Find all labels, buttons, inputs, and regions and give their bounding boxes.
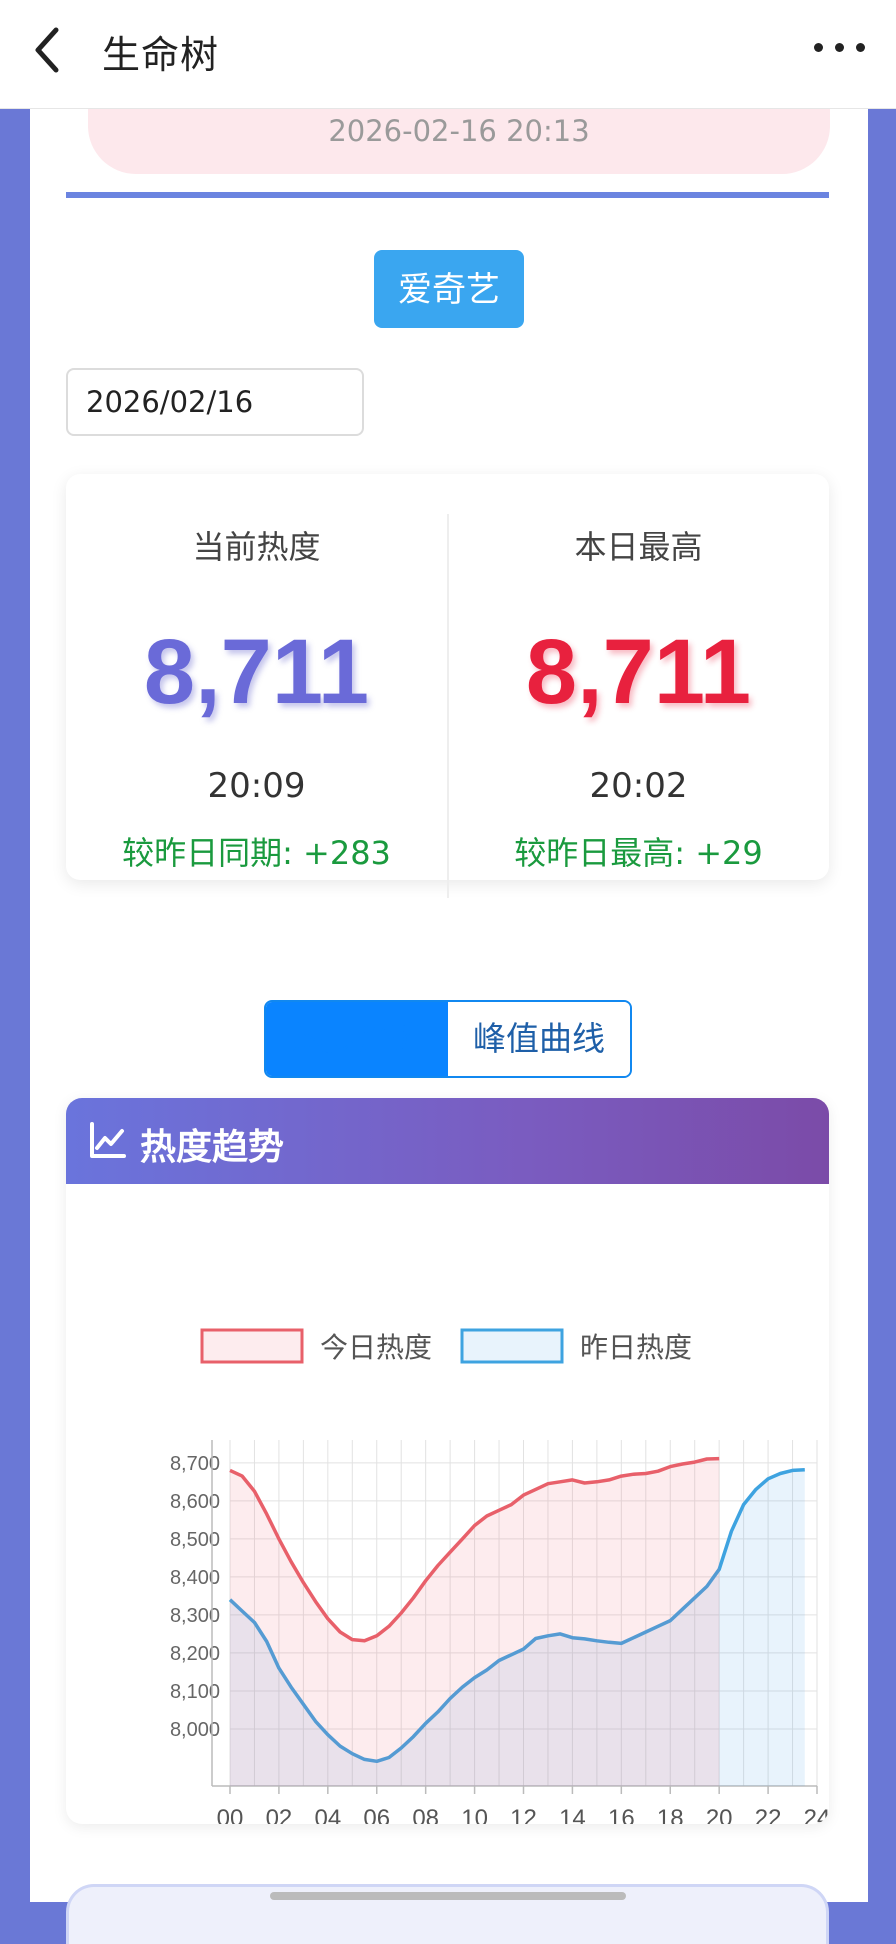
legend-swatch-today bbox=[200, 1328, 304, 1364]
legend-label-yesterday: 昨日热度 bbox=[580, 1331, 692, 1364]
more-horizontal-icon[interactable] bbox=[810, 32, 870, 62]
page-title: 生命树 bbox=[102, 33, 220, 77]
chart-header: 热度趋势 bbox=[66, 1098, 829, 1184]
current-heat-diff: 较昨日同期: +283 bbox=[122, 834, 391, 872]
x-tick-label: 18 bbox=[657, 1805, 684, 1824]
daily-max-value: 8,711 bbox=[525, 621, 752, 723]
trend-line-chart: 8,0008,1008,2008,3008,4008,5008,6008,700… bbox=[170, 1328, 829, 1824]
platform-button[interactable]: 爱奇艺 bbox=[374, 250, 524, 328]
update-time: 2026-02-16 20:13 bbox=[328, 114, 590, 148]
x-tick-label: 22 bbox=[755, 1805, 782, 1824]
chevron-left-icon[interactable] bbox=[26, 24, 74, 76]
x-tick-label: 10 bbox=[461, 1805, 488, 1824]
trend-chart-card: 热度趋势 8,000 8,100 8,200 8,300 8,400 8,500 8,600… bbox=[66, 1098, 829, 1824]
legend-label-today: 今日热度 bbox=[320, 1331, 432, 1364]
line-chart-icon bbox=[90, 1122, 126, 1158]
tab-peak[interactable]: 峰值曲线 bbox=[448, 1002, 630, 1076]
tab-trend[interactable]: 热度趋势 bbox=[266, 1002, 448, 1076]
x-tick-label: 24 bbox=[804, 1805, 829, 1824]
chart-title: 热度趋势 bbox=[140, 1127, 285, 1168]
chart-mode-toggle: 热度趋势 峰值曲线 bbox=[264, 1000, 632, 1078]
main-panel: 2026-02-16 20:13 爱奇艺 2026/02/16 当前热度 8,7… bbox=[30, 78, 868, 1944]
x-tick-label: 20 bbox=[706, 1805, 733, 1824]
x-tick-label: 08 bbox=[412, 1805, 439, 1824]
date-input[interactable]: 2026/02/16 bbox=[66, 368, 364, 436]
top-bar: 生命树 bbox=[0, 0, 896, 109]
x-tick-label: 04 bbox=[314, 1805, 341, 1824]
x-tick-label: 00 bbox=[217, 1805, 244, 1824]
current-heat-column: 当前热度 8,711 20:09 较昨日同期: +283 bbox=[66, 474, 447, 880]
home-indicator bbox=[270, 1892, 626, 1900]
daily-max-column: 本日最高 8,711 20:02 较昨日最高: +29 bbox=[448, 474, 829, 880]
daily-max-diff: 较昨日最高: +29 bbox=[514, 834, 763, 872]
daily-max-label: 本日最高 bbox=[574, 528, 703, 566]
legend-swatch-yesterday bbox=[460, 1328, 564, 1364]
stats-card: 当前热度 8,711 20:09 较昨日同期: +283 本日最高 8,711 … bbox=[66, 474, 829, 898]
x-tick-label: 12 bbox=[510, 1805, 537, 1824]
x-tick-label: 16 bbox=[608, 1805, 635, 1824]
x-tick-label: 06 bbox=[363, 1805, 390, 1824]
current-heat-value: 8,711 bbox=[143, 621, 370, 723]
x-tick-label: 02 bbox=[266, 1805, 293, 1824]
x-tick-label: 14 bbox=[559, 1805, 586, 1824]
current-heat-time: 20:09 bbox=[207, 766, 306, 806]
daily-max-time: 20:02 bbox=[589, 766, 688, 806]
current-heat-label: 当前热度 bbox=[192, 528, 321, 566]
section-divider bbox=[66, 192, 829, 198]
